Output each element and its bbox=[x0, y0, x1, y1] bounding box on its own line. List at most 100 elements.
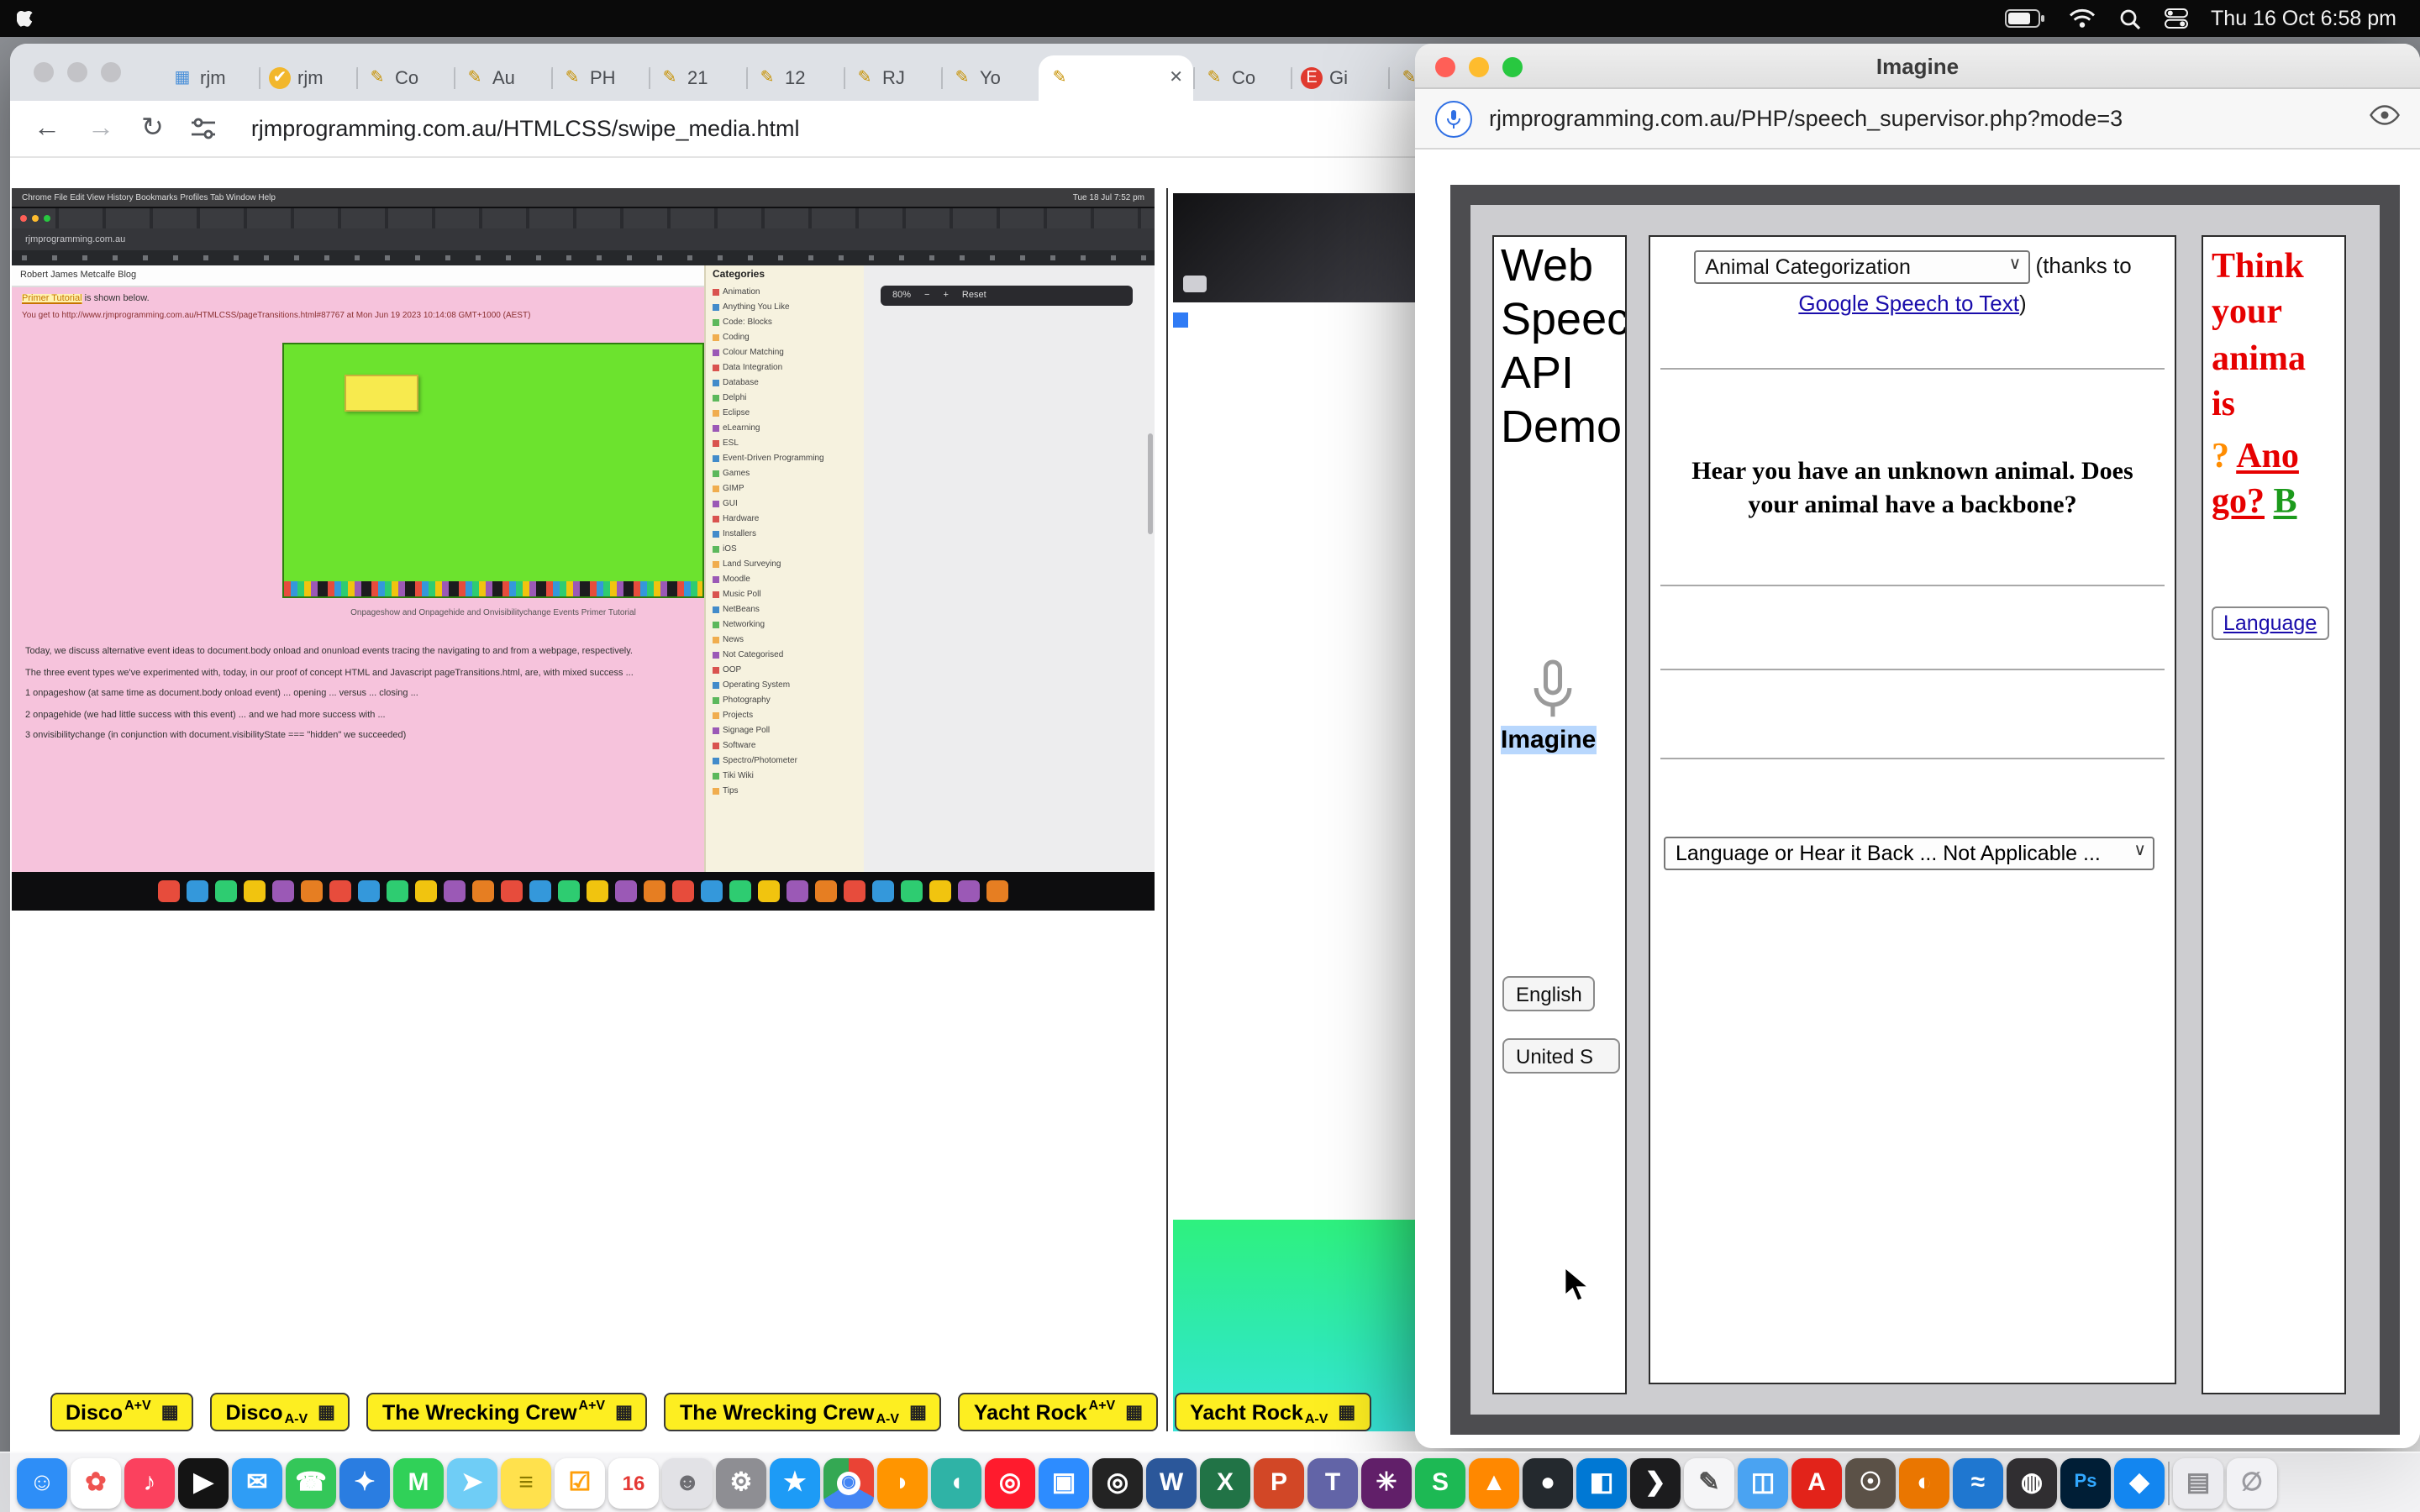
mini-category-item[interactable]: Tiki Wiki bbox=[713, 768, 857, 783]
dock-icon-finder[interactable]: ☺ bbox=[17, 1457, 67, 1508]
mini-category-item[interactable]: Moodle bbox=[713, 571, 857, 586]
mini-zoom-out-icon[interactable]: − bbox=[924, 291, 929, 301]
mini-scrollbar[interactable] bbox=[1148, 433, 1153, 534]
close-button[interactable] bbox=[1435, 56, 1455, 76]
english-button[interactable]: English bbox=[1502, 976, 1596, 1011]
zoom-window-dot[interactable] bbox=[101, 62, 121, 82]
mini-category-item[interactable]: Colour Matching bbox=[713, 344, 857, 360]
back-link[interactable]: B bbox=[2274, 481, 2297, 522]
mini-category-item[interactable]: Coding bbox=[713, 329, 857, 344]
mini-category-item[interactable]: OOP bbox=[713, 662, 857, 677]
dock-icon-messages[interactable]: M bbox=[393, 1457, 444, 1508]
mini-zoom-reset[interactable]: Reset bbox=[962, 291, 986, 301]
mini-category-item[interactable]: Tips bbox=[713, 783, 857, 798]
gallery-button[interactable]: Yacht RockA+V▦ bbox=[959, 1393, 1158, 1431]
dock-icon-textedit[interactable]: ✎ bbox=[1684, 1457, 1734, 1508]
mini-category-item[interactable]: NetBeans bbox=[713, 601, 857, 617]
minimize-button[interactable] bbox=[1469, 56, 1489, 76]
gallery-button[interactable]: The Wrecking CrewA-V▦ bbox=[665, 1393, 942, 1431]
browser-tab[interactable]: ✎ RJ bbox=[844, 55, 941, 101]
mini-category-item[interactable]: Networking bbox=[713, 617, 857, 632]
mini-category-item[interactable]: Music Poll bbox=[713, 586, 857, 601]
address-bar[interactable]: rjmprogramming.com.au/HTMLCSS/swipe_medi… bbox=[251, 116, 800, 141]
mini-category-item[interactable]: Delphi bbox=[713, 390, 857, 405]
dock-icon-firefox[interactable]: ◗ bbox=[877, 1457, 928, 1508]
dock-icon-safari[interactable]: ✦ bbox=[339, 1457, 390, 1508]
dock-icon-photos[interactable]: ✿ bbox=[71, 1457, 121, 1508]
dock-icon-zoom[interactable]: ▣ bbox=[1039, 1457, 1089, 1508]
dock-icon-trash[interactable]: ∅ bbox=[2227, 1457, 2277, 1508]
browser-tab[interactable]: ✎ 12 bbox=[746, 55, 844, 101]
dock-icon-reminders[interactable]: ☑ bbox=[555, 1457, 605, 1508]
browser-tab[interactable]: ✎ 21 bbox=[649, 55, 746, 101]
dock-icon-settings[interactable]: ⚙ bbox=[716, 1457, 766, 1508]
mini-category-item[interactable]: eLearning bbox=[713, 420, 857, 435]
dock-icon-word[interactable]: W bbox=[1146, 1457, 1197, 1508]
dock-icon-vscode[interactable]: ◧ bbox=[1576, 1457, 1627, 1508]
mini-category-item[interactable]: Event-Driven Programming bbox=[713, 450, 857, 465]
fullscreen-button[interactable] bbox=[1502, 56, 1523, 76]
dock-icon-preview[interactable]: ◫ bbox=[1738, 1457, 1788, 1508]
dock-icon-contacts[interactable]: ☻ bbox=[662, 1457, 713, 1508]
window-controls[interactable] bbox=[34, 44, 121, 101]
browser-tab[interactable]: ▦ rjm bbox=[161, 55, 259, 101]
mini-category-item[interactable]: Spectro/Photometer bbox=[713, 753, 857, 768]
mini-category-item[interactable]: Projects bbox=[713, 707, 857, 722]
dock-icon-app-store[interactable]: ★ bbox=[770, 1457, 820, 1508]
mini-category-item[interactable]: Games bbox=[713, 465, 857, 480]
dock-icon-terminal[interactable]: ❯ bbox=[1630, 1457, 1681, 1508]
dock-icon-downloads[interactable]: ▤ bbox=[2173, 1457, 2223, 1508]
dock-icon-blender[interactable]: ◐ bbox=[1899, 1457, 1949, 1508]
google-speech-link[interactable]: Google Speech to Text bbox=[1798, 291, 2019, 316]
dock-icon-teams[interactable]: T bbox=[1307, 1457, 1358, 1508]
control-center-icon[interactable] bbox=[2164, 8, 2187, 29]
dock-icon-audacity[interactable]: ≈ bbox=[1953, 1457, 2003, 1508]
mini-category-item[interactable]: Data Integration bbox=[713, 360, 857, 375]
wifi-icon[interactable] bbox=[2068, 8, 2095, 29]
mini-zoom-in-icon[interactable]: + bbox=[943, 291, 948, 301]
language-select[interactable]: Language or Hear it Back ... Not Applica… bbox=[1664, 837, 2154, 870]
apple-menu-icon[interactable] bbox=[17, 6, 39, 31]
eye-icon[interactable] bbox=[2370, 103, 2400, 134]
mini-category-item[interactable]: ESL bbox=[713, 435, 857, 450]
dock-icon-photoshop[interactable]: Ps bbox=[2060, 1457, 2111, 1508]
mini-category-item[interactable]: Not Categorised bbox=[713, 647, 857, 662]
imagine-titlebar[interactable]: Imagine bbox=[1415, 44, 2420, 89]
mini-category-item[interactable]: Photography bbox=[713, 692, 857, 707]
mini-category-item[interactable]: Code: Blocks bbox=[713, 314, 857, 329]
tab-close-icon[interactable]: ✕ bbox=[1169, 69, 1183, 87]
mini-category-item[interactable]: Database bbox=[713, 375, 857, 390]
gallery-button[interactable]: DiscoA-V▦ bbox=[211, 1393, 350, 1431]
media-list-item[interactable] bbox=[1173, 307, 1418, 339]
another-go-link[interactable]: Ano bbox=[2236, 435, 2299, 475]
mini-primer-link[interactable]: Primer Tutorial bbox=[22, 294, 82, 304]
dock-icon-sep[interactable] bbox=[2168, 1461, 2170, 1504]
dock-icon-vlc[interactable]: ▲ bbox=[1469, 1457, 1519, 1508]
spotlight-search-icon[interactable] bbox=[2118, 8, 2140, 29]
menubar-clock[interactable]: Thu 16 Oct 6:58 pm bbox=[2211, 7, 2396, 30]
category-select[interactable]: Animal Categorization bbox=[1693, 250, 2029, 284]
mini-category-item[interactable]: Hardware bbox=[713, 511, 857, 526]
mini-category-item[interactable]: Signage Poll bbox=[713, 722, 857, 738]
browser-tab[interactable]: ✎ ✕ bbox=[1039, 55, 1193, 101]
dock-icon-facetime[interactable]: ☎ bbox=[286, 1457, 336, 1508]
gallery-button[interactable]: The Wrecking CrewA+V▦ bbox=[367, 1393, 648, 1431]
mini-category-item[interactable]: Animation bbox=[713, 284, 857, 299]
mini-category-item[interactable]: Installers bbox=[713, 526, 857, 541]
browser-tab[interactable]: ✎ PH bbox=[551, 55, 649, 101]
another-go-link-2[interactable]: go? bbox=[2212, 481, 2265, 522]
gallery-button[interactable]: Yacht RockA-V▦ bbox=[1175, 1393, 1370, 1431]
reload-icon[interactable]: ↻ bbox=[141, 115, 164, 142]
dock-icon-github[interactable]: ● bbox=[1523, 1457, 1573, 1508]
dock-icon-obs[interactable]: ◍ bbox=[2007, 1457, 2057, 1508]
back-icon[interactable]: ← bbox=[34, 115, 60, 142]
mini-category-item[interactable]: iOS bbox=[713, 541, 857, 556]
dock-icon-slack[interactable]: ✳ bbox=[1361, 1457, 1412, 1508]
mini-category-item[interactable]: Software bbox=[713, 738, 857, 753]
dock-icon-excel[interactable]: X bbox=[1200, 1457, 1250, 1508]
dock-icon-music[interactable]: ♪ bbox=[124, 1457, 175, 1508]
dock-icon-chrome[interactable]: ◉ bbox=[823, 1457, 874, 1508]
dock-icon-tv[interactable]: ▶ bbox=[178, 1457, 229, 1508]
mini-category-item[interactable]: Operating System bbox=[713, 677, 857, 692]
mini-category-item[interactable]: Anything You Like bbox=[713, 299, 857, 314]
